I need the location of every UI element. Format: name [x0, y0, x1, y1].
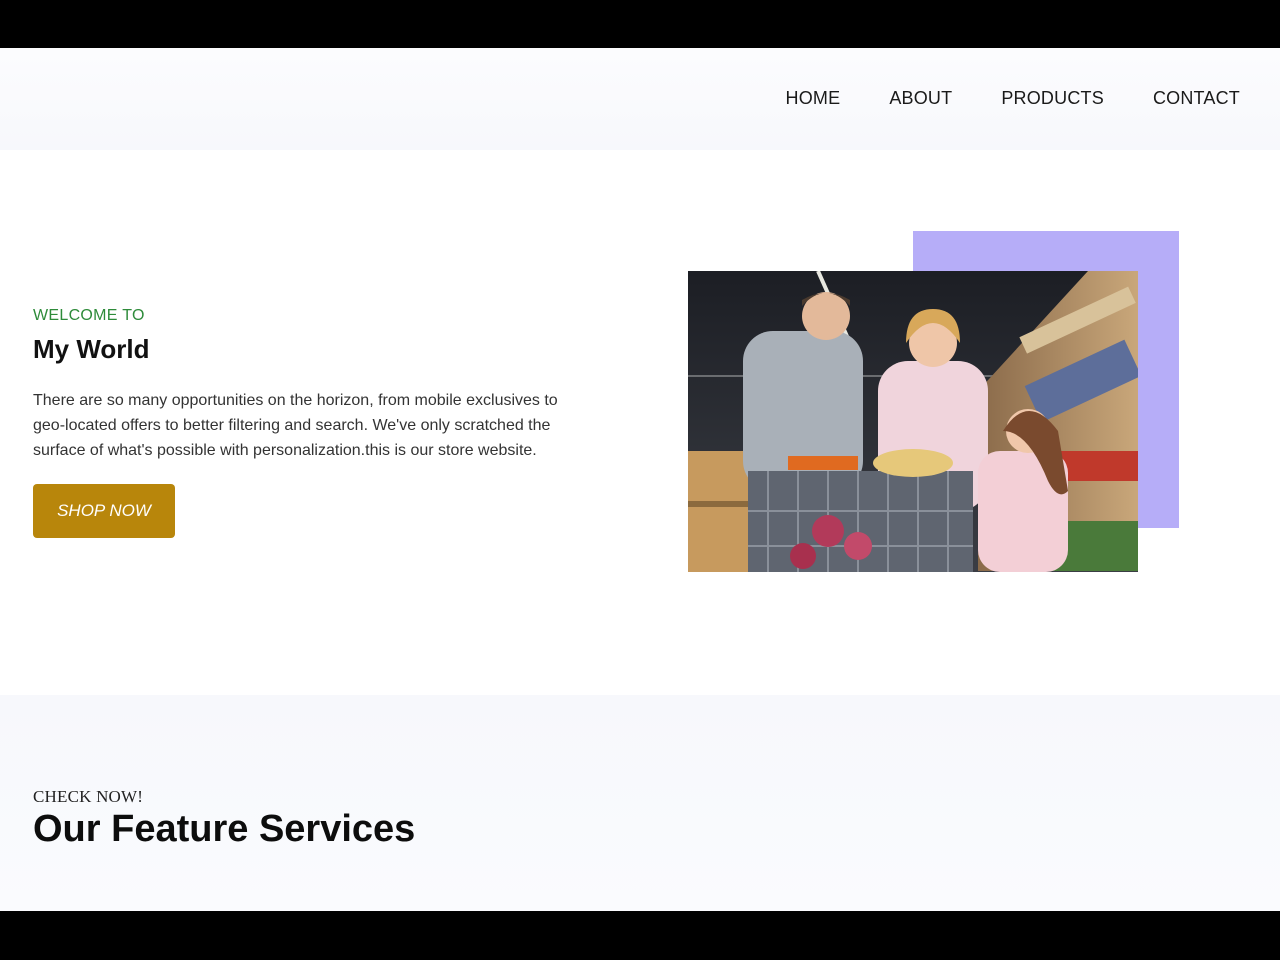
site-header: HOME ABOUT PRODUCTS CONTACT: [0, 48, 1280, 150]
hero-section: WELCOME TO My World There are so many op…: [0, 150, 1280, 695]
main-nav: HOME ABOUT PRODUCTS CONTACT: [786, 88, 1241, 109]
services-eyebrow: CHECK NOW!: [33, 787, 144, 806]
nav-about-link[interactable]: ABOUT: [889, 88, 952, 109]
hero-family-shopping-image: [688, 271, 1138, 572]
page: HOME ABOUT PRODUCTS CONTACT WELCOME TO M…: [0, 48, 1280, 911]
hero-eyebrow: WELCOME TO: [33, 307, 145, 324]
nav-products-link[interactable]: PRODUCTS: [1001, 88, 1104, 109]
shop-now-button[interactable]: SHOP NOW: [33, 484, 175, 538]
nav-home-link[interactable]: HOME: [786, 88, 841, 109]
hero-description: There are so many opportunities on the h…: [33, 392, 558, 459]
hero-title: My World: [33, 334, 150, 364]
nav-contact-link[interactable]: CONTACT: [1153, 88, 1240, 109]
services-title: Our Feature Services: [33, 808, 416, 850]
bottom-letterbox-bar: [0, 911, 1280, 960]
top-letterbox-bar: [0, 0, 1280, 48]
feature-services-section: CHECK NOW! Our Feature Services: [0, 695, 1280, 911]
